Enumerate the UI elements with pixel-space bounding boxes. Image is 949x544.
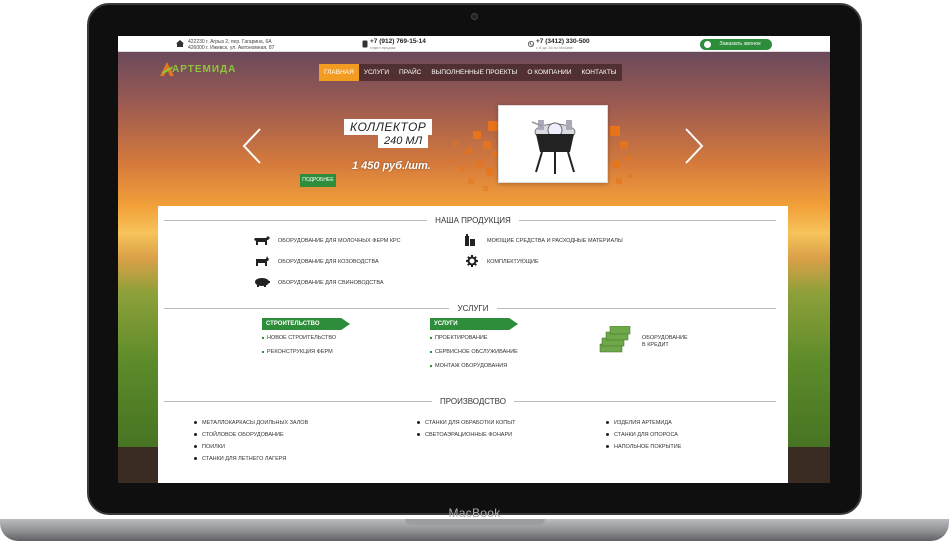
production-item[interactable]: МЕТАЛЛОКАРКАСЫ ДОИЛЬНЫХ ЗАЛОВ xyxy=(194,419,308,427)
product-card[interactable] xyxy=(498,105,608,183)
laptop-base xyxy=(0,519,949,541)
production-item[interactable]: НАПОЛЬНОЕ ПОКРЫТИЕ xyxy=(606,443,681,451)
service-maintenance[interactable]: СЕРВИСНОЕ ОБСЛУЖИВАНИЕ xyxy=(430,348,518,356)
bottles-icon xyxy=(465,234,475,246)
content-panel: НАША ПРОДУКЦИЯ ОБОРУДОВАНИЕ ДЛЯ МОЛОЧНЫХ… xyxy=(158,206,788,483)
product-dairy[interactable]: ОБОРУДОВАНИЕ ДЛЯ МОЛОЧНЫХ ФЕРМ КРС xyxy=(278,237,401,245)
service-reconstruction[interactable]: РЕКОНСТРУКЦИЯ ФЕРМ xyxy=(262,348,333,356)
phone-icon xyxy=(528,41,534,47)
more-button[interactable]: ПОДРОБНЕЕ xyxy=(300,174,336,187)
address-line-2: 426000 г. Ижевск, ул. Автономная, 87 xyxy=(188,45,275,51)
service-design[interactable]: ПРОЕКТИРОВАНИЕ xyxy=(430,334,488,342)
production-item[interactable]: ПОИЛКИ xyxy=(194,443,225,451)
nav-services[interactable]: УСЛУГИ xyxy=(359,64,394,81)
production-item[interactable]: СТОЙЛОВОЕ ОБОРУДОВАНИЕ xyxy=(194,431,284,439)
phone-2-note: с 8 до 16 по Москве xyxy=(536,45,573,50)
nav-home[interactable]: ГЛАВНАЯ xyxy=(319,64,359,81)
phone-icon xyxy=(704,41,711,48)
promo-title: КОЛЛЕКТОР xyxy=(344,119,433,135)
credit-offer[interactable]: ОБОРУДОВАНИЕ В КРЕДИТ xyxy=(642,335,688,349)
device-brand: MacBook xyxy=(448,506,501,520)
address: 422230 г. Агрыз 2, пер. Гагарина, 6А 426… xyxy=(188,39,274,51)
product-detergents[interactable]: МОЮЩИЕ СРЕДСТВА И РАСХОДНЫЕ МАТЕРИАЛЫ xyxy=(487,237,623,245)
promo-subtitle: 240 МЛ xyxy=(378,134,429,148)
nav-contacts[interactable]: КОНТАКТЫ xyxy=(577,64,622,81)
services-title: УСЛУГИ xyxy=(158,304,788,313)
credit-line-2: В КРЕДИТ xyxy=(642,342,669,348)
service-new-construction[interactable]: НОВОЕ СТРОИТЕЛЬСТВО xyxy=(262,334,336,342)
nav-projects[interactable]: ВЫПОЛНЕННЫЕ ПРОЕКТЫ xyxy=(426,64,522,81)
product-components[interactable]: КОМПЛЕКТУЮЩИЕ xyxy=(487,258,539,266)
cow-icon xyxy=(254,236,270,245)
phone-1-note: отдел продаж xyxy=(370,45,396,50)
home-icon xyxy=(176,40,184,47)
production-item[interactable]: СВЕТОАЭРАЦИОННЫЕ ФОНАРИ xyxy=(417,431,512,439)
goat-icon xyxy=(256,256,269,266)
top-bar: 422230 г. Агрыз 2, пер. Гагарина, 6А 426… xyxy=(118,36,830,52)
nav-price[interactable]: ПРАЙС xyxy=(394,64,426,81)
production-item[interactable]: СТАНКИ ДЛЯ ЛЕТНЕГО ЛАГЕРЯ xyxy=(194,455,286,463)
product-goat[interactable]: ОБОРУДОВАНИЕ ДЛЯ КОЗОВОДСТВА xyxy=(278,258,379,266)
production-item[interactable]: СТАНКИ ДЛЯ ОПОРОСА xyxy=(606,431,678,439)
production-item[interactable]: ИЗДЕЛИЯ АРТЕМИДА xyxy=(606,419,672,427)
phone-2[interactable]: +7 (3412) 330-500 xyxy=(536,38,590,45)
services-tag[interactable]: УСЛУГИ xyxy=(430,318,518,330)
nav-about[interactable]: О КОМПАНИИ xyxy=(522,64,576,81)
production-item[interactable]: СТАНКИ ДЛЯ ОБРАБОТКИ КОПЫТ xyxy=(417,419,515,427)
main-nav: ГЛАВНАЯ УСЛУГИ ПРАЙС ВЫПОЛНЕННЫЕ ПРОЕКТЫ… xyxy=(319,64,622,81)
money-stack-icon xyxy=(599,326,631,353)
promo-price: 1 450 руб./шт. xyxy=(352,160,431,172)
camera-icon xyxy=(471,13,478,20)
gear-icon xyxy=(466,255,478,267)
products-title: НАША ПРОДУКЦИЯ xyxy=(158,216,788,225)
slider-next-arrow[interactable] xyxy=(684,128,704,164)
phone-1[interactable]: +7 (912) 769-15-14 xyxy=(370,38,426,45)
phone-block-2: +7 (3412) 330-500 с 8 до 16 по Москве xyxy=(528,38,590,50)
product-pig[interactable]: ОБОРУДОВАНИЕ ДЛЯ СВИНОВОДСТВА xyxy=(278,279,384,287)
credit-line-1: ОБОРУДОВАНИЕ xyxy=(642,335,688,341)
pig-icon xyxy=(255,278,270,287)
slider-prev-arrow[interactable] xyxy=(242,128,262,164)
production-title: ПРОИЗВОДСТВО xyxy=(158,397,788,406)
phone-block-1: +7 (912) 769-15-14 отдел продаж xyxy=(362,38,426,50)
service-installation[interactable]: МОНТАЖ ОБОРУДОВАНИЯ xyxy=(430,362,507,370)
logo-text: АРТЕМИДА xyxy=(172,64,237,75)
callback-label: Заказать звонок xyxy=(719,41,761,47)
collector-image xyxy=(531,120,576,174)
callback-button[interactable]: Заказать звонок xyxy=(700,39,772,50)
screen: 422230 г. Агрыз 2, пер. Гагарина, 6А 426… xyxy=(118,36,830,483)
construction-tag[interactable]: СТРОИТЕЛЬСТВО xyxy=(262,318,350,330)
mobile-phone-icon xyxy=(362,40,368,48)
